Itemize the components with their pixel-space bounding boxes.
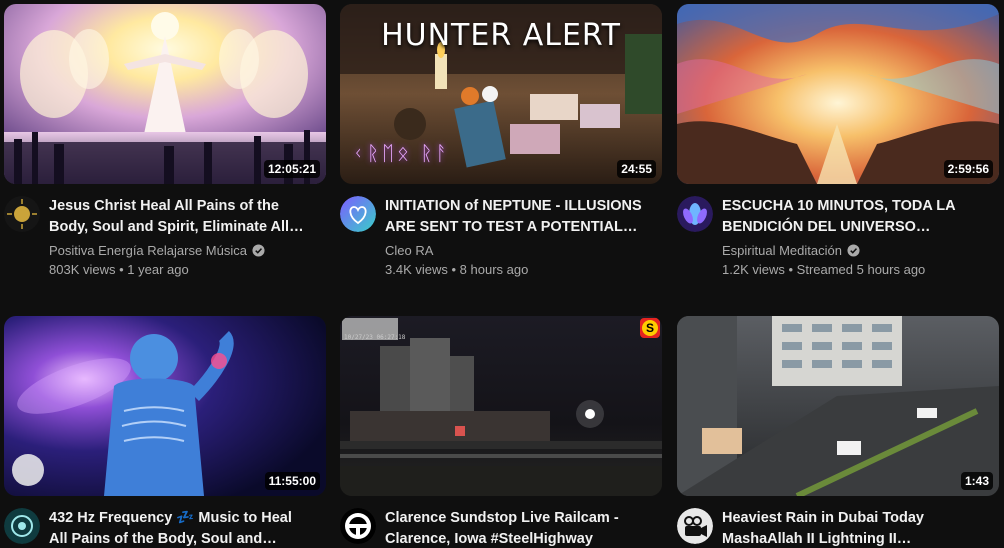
video-details: ESCUCHA 10 MINUTOS, TODA LA BENDICIÓN DE… (677, 196, 999, 279)
channel-avatar[interactable] (4, 508, 40, 544)
video-details: 432 Hz Frequency 💤 Music to Heal All Pai… (4, 508, 326, 548)
duration-badge: 11:55:00 (264, 472, 320, 490)
video-details: Clarence Sundstop Live Railcam - Clarenc… (340, 508, 662, 548)
video-card[interactable]: 12:05:21 Jesus Christ Heal All Pains of … (4, 4, 326, 279)
video-card[interactable]: HUNTER ALERT ᚲᚱᛖᛟ ᚱᚨ 24:55 INITIATION of… (340, 4, 662, 279)
channel-avatar[interactable] (4, 196, 40, 232)
verified-check-icon (252, 244, 265, 257)
channel-name[interactable]: Positiva Energía Relajarse Música (49, 241, 247, 260)
verified-check-icon (847, 244, 860, 257)
video-thumbnail[interactable]: 12:05:21 (4, 4, 326, 184)
upload-age: 1 year ago (127, 262, 189, 277)
video-camera-icon (677, 508, 713, 544)
cosmic-sky-crowd-thumbnail (677, 4, 999, 184)
thumbnail-rune-text: ᚲᚱᛖᛟ ᚱᚨ (352, 143, 451, 165)
video-card[interactable]: 11:55:00 432 Hz Frequency 💤 Music to Hea… (4, 316, 326, 548)
video-thumbnail[interactable]: 2:59:56 (677, 4, 999, 184)
video-title[interactable]: Jesus Christ Heal All Pains of the Body,… (49, 196, 308, 238)
video-card[interactable]: 1:43 Heaviest Rain in Dubai Today MashaA… (677, 316, 999, 548)
channel-avatar[interactable] (340, 196, 376, 232)
video-details: Heaviest Rain in Dubai Today MashaAllah … (677, 508, 999, 548)
channel-name[interactable]: Cleo RA (385, 241, 433, 260)
video-title[interactable]: Heaviest Rain in Dubai Today MashaAllah … (722, 508, 981, 548)
upload-age: 8 hours ago (459, 262, 529, 277)
video-details: INITIATION of NEPTUNE - ILLUSIONS ARE SE… (340, 196, 662, 279)
sun-logo-icon (4, 196, 40, 232)
view-count: 1.2K views (722, 262, 785, 277)
video-title[interactable]: Clarence Sundstop Live Railcam - Clarenc… (385, 508, 644, 548)
duration-badge: 12:05:21 (263, 160, 320, 178)
heart-logo-icon (340, 196, 376, 232)
video-thumbnail[interactable]: 11:55:00 (4, 316, 326, 496)
lotus-logo-icon (677, 196, 713, 232)
jesus-angels-thumbnail (4, 4, 326, 184)
blue-body-galaxy-thumbnail (4, 316, 326, 496)
channel-avatar[interactable] (677, 196, 713, 232)
camera-timestamp: 10/27/23 06:27:18 (344, 334, 406, 341)
dubai-street-rain-thumbnail (677, 316, 999, 496)
night-railcam-thumbnail (340, 316, 662, 496)
thumbnail-caption: HUNTER ALERT (381, 18, 621, 53)
duration-badge: 2:59:56 (943, 160, 993, 178)
video-meta: 803K views • 1 year ago (49, 262, 189, 277)
video-card[interactable]: 2:59:56 ESCUCHA 10 MINUTOS, TODA LA BEND… (677, 4, 999, 279)
video-thumbnail[interactable]: HUNTER ALERT ᚲᚱᛖᛟ ᚱᚨ 24:55 (340, 4, 662, 184)
video-title[interactable]: 432 Hz Frequency 💤 Music to Heal All Pai… (49, 508, 308, 548)
mandala-logo-icon (4, 508, 40, 544)
video-thumbnail[interactable]: 10/27/23 06:27:18 S (340, 316, 662, 496)
view-count: 3.4K views (385, 262, 448, 277)
steering-wheel-icon (340, 508, 376, 544)
video-title[interactable]: ESCUCHA 10 MINUTOS, TODA LA BENDICIÓN DE… (722, 196, 981, 238)
channel-avatar[interactable] (340, 508, 376, 544)
video-details: Jesus Christ Heal All Pains of the Body,… (4, 196, 326, 279)
video-meta: 3.4K views • 8 hours ago (385, 262, 529, 277)
logo-letter: S (642, 320, 658, 336)
channel-name-row[interactable]: Positiva Energía Relajarse Música (49, 241, 308, 260)
video-card[interactable]: 10/27/23 06:27:18 S Clarence Sundstop Li… (340, 316, 662, 548)
duration-badge: 24:55 (617, 160, 656, 178)
channel-name[interactable]: Espiritual Meditación (722, 241, 842, 260)
video-thumbnail[interactable]: 1:43 (677, 316, 999, 496)
channel-avatar[interactable] (677, 508, 713, 544)
video-title[interactable]: INITIATION of NEPTUNE - ILLUSIONS ARE SE… (385, 196, 644, 238)
channel-name-row[interactable]: Espiritual Meditación (722, 241, 981, 260)
upload-age: Streamed 5 hours ago (796, 262, 926, 277)
duration-badge: 1:43 (960, 472, 993, 490)
channel-name-row[interactable]: Cleo RA (385, 241, 644, 260)
channel-logo-badge: S (640, 318, 660, 338)
view-count: 803K views (49, 262, 116, 277)
video-meta: 1.2K views • Streamed 5 hours ago (722, 262, 926, 277)
